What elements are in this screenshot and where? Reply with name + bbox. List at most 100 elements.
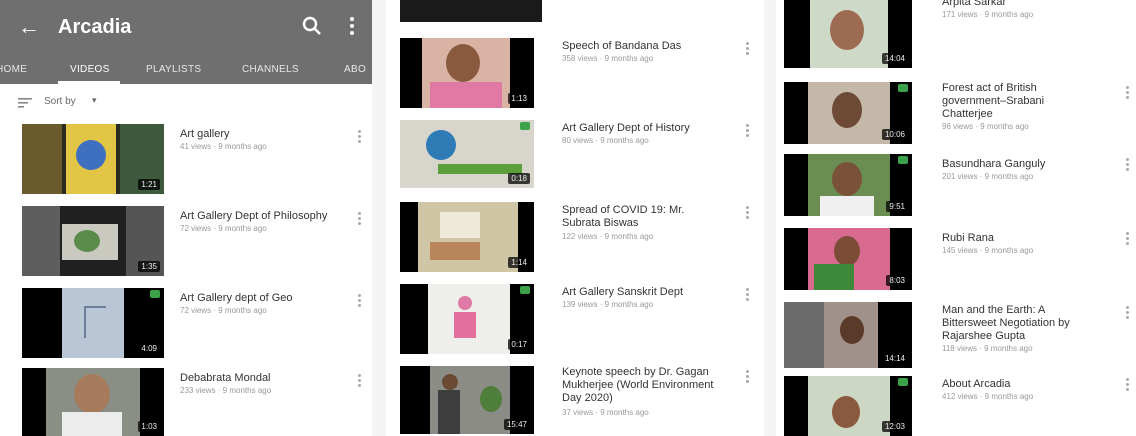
video-title: Art Gallery Dept of Philosophy (180, 210, 328, 222)
video-list-item[interactable]: 1:03 Debabrata Mondal 233 views · 9 mont… (0, 366, 372, 436)
video-thumbnail[interactable]: 10:06 (784, 82, 912, 144)
more-vert-icon[interactable] (346, 14, 358, 38)
sort-label: Sort by (44, 96, 76, 107)
channel-title: Arcadia (58, 16, 132, 38)
badge-icon (898, 84, 908, 92)
more-vert-icon[interactable] (358, 294, 362, 310)
video-thumbnail[interactable]: 9:51 (784, 154, 912, 216)
video-title: Debabrata Mondal (180, 372, 271, 384)
video-list-item[interactable]: 1:35 Art Gallery Dept of Philosophy 72 v… (0, 204, 372, 278)
more-vert-icon[interactable] (358, 374, 362, 390)
badge-icon (898, 378, 908, 386)
video-list-item[interactable]: 1:14 Spread of COVID 19: Mr. Subrata Bis… (386, 200, 764, 274)
video-duration: 1:35 (138, 261, 160, 272)
video-list-item[interactable]: 0:18 Art Gallery Dept of History 80 view… (386, 118, 764, 192)
video-title: Art Gallery dept of Geo (180, 292, 293, 304)
video-title: Spread of COVID 19: Mr. Subrata Biswas (562, 204, 685, 229)
video-title: Art Gallery Dept of History (562, 122, 690, 134)
video-meta: 171 views · 9 months ago (942, 10, 1034, 19)
video-title: Art Gallery Sanskrit Dept (562, 286, 684, 298)
more-vert-icon[interactable] (1126, 378, 1130, 394)
video-thumbnail[interactable]: 1:13 (400, 38, 534, 108)
panel-gap (764, 0, 776, 436)
video-thumbnail[interactable]: 0:18 (400, 120, 534, 188)
video-title: Basundhara Ganguly (942, 158, 1046, 170)
tab-playlists[interactable]: PLAYLISTS (146, 64, 201, 75)
tab-channels[interactable]: CHANNELS (242, 64, 299, 75)
video-duration: 14:14 (881, 353, 908, 364)
video-duration: 15:47 (503, 419, 530, 430)
more-vert-icon[interactable] (746, 370, 750, 386)
video-title: Keynote speech by Dr. Gagan Mukherjee (W… (562, 366, 714, 404)
video-meta: 358 views · 9 months ago (562, 54, 654, 63)
more-vert-icon[interactable] (1126, 232, 1130, 248)
more-vert-icon[interactable] (746, 42, 750, 58)
more-vert-icon[interactable] (1126, 306, 1130, 322)
video-meta: 37 views · 9 months ago (562, 408, 649, 417)
video-list-item[interactable]: 15:47 Keynote speech by Dr. Gagan Mukher… (386, 364, 764, 436)
video-list-item[interactable]: 4:09 Art Gallery dept of Geo 72 views · … (0, 286, 372, 360)
video-thumbnail[interactable]: 12:03 (784, 376, 912, 436)
video-duration: 0:17 (508, 339, 530, 350)
tab-about[interactable]: ABO (344, 64, 366, 75)
video-duration: 9:51 (886, 201, 908, 212)
more-vert-icon[interactable] (746, 206, 750, 222)
video-meta: 122 views · 9 months ago (562, 232, 654, 241)
video-title: Art gallery (180, 128, 230, 140)
video-thumbnail[interactable]: 14:04 (784, 0, 912, 68)
more-vert-icon[interactable] (1126, 86, 1130, 102)
video-title: Man and the Earth: A Bittersweet Negotia… (942, 304, 1070, 342)
video-title: Arpita Sarkar (942, 0, 1007, 8)
chevron-down-icon: ▾ (92, 95, 97, 105)
video-meta: 201 views · 9 months ago (942, 172, 1034, 181)
video-list-item[interactable]: 9:51 Basundhara Ganguly 201 views · 9 mo… (776, 152, 1136, 218)
video-thumbnail[interactable]: 8:03 (784, 228, 912, 290)
video-list-item[interactable]: 12:03 About Arcadia 412 views · 9 months… (776, 374, 1136, 436)
screen-video-list-scrolled: 1:13 Speech of Bandana Das 358 views · 9… (386, 0, 764, 436)
video-duration: 1:21 (138, 179, 160, 190)
app-bar: ← Arcadia (0, 0, 372, 58)
video-list-item[interactable]: 1:21 Art gallery 41 views · 9 months ago (0, 122, 372, 196)
video-thumbnail[interactable]: 1:14 (400, 202, 534, 272)
video-list-item[interactable]: 8:03 Rubi Rana 145 views · 9 months ago (776, 226, 1136, 292)
more-vert-icon[interactable] (358, 130, 362, 146)
tab-home[interactable]: HOME (0, 64, 27, 75)
video-duration: 1:03 (138, 421, 160, 432)
video-thumbnail[interactable]: 4:09 (22, 288, 164, 358)
badge-icon (150, 290, 160, 298)
video-title: About Arcadia (942, 378, 1011, 390)
badge-icon (520, 286, 530, 294)
search-icon[interactable] (300, 14, 324, 38)
video-thumbnail[interactable]: 0:17 (400, 284, 534, 354)
more-vert-icon[interactable] (1126, 158, 1130, 174)
arrow-back-icon[interactable]: ← (18, 14, 40, 40)
video-meta: 96 views · 9 months ago (942, 122, 1029, 131)
video-list-item[interactable]: 14:14 Man and the Earth: A Bittersweet N… (776, 300, 1136, 370)
sort-bar[interactable]: Sort by ▾ (0, 84, 372, 120)
video-list-item[interactable]: 14:04 Arpita Sarkar 171 views · 9 months… (776, 0, 1136, 70)
video-thumbnail[interactable] (400, 0, 542, 22)
video-meta: 412 views · 9 months ago (942, 392, 1034, 401)
screen-video-list-scrolled-further: 14:04 Arpita Sarkar 171 views · 9 months… (776, 0, 1136, 436)
video-thumbnail[interactable]: 1:35 (22, 206, 164, 276)
video-thumbnail[interactable]: 1:21 (22, 124, 164, 194)
video-thumbnail[interactable]: 1:03 (22, 368, 164, 436)
video-duration: 10:06 (881, 129, 908, 140)
more-vert-icon[interactable] (746, 124, 750, 140)
video-duration: 1:14 (508, 257, 530, 268)
video-duration: 0:18 (508, 173, 530, 184)
more-vert-icon[interactable] (358, 212, 362, 228)
video-list-item[interactable]: 10:06 Forest act of British government–S… (776, 80, 1136, 146)
video-list-item[interactable]: 1:13 Speech of Bandana Das 358 views · 9… (386, 36, 764, 110)
more-vert-icon[interactable] (746, 288, 750, 304)
video-list-item[interactable]: 0:17 Art Gallery Sanskrit Dept 139 views… (386, 282, 764, 356)
video-thumbnail[interactable]: 14:14 (784, 302, 912, 368)
badge-icon (520, 122, 530, 130)
tab-videos[interactable]: VIDEOS (70, 64, 110, 75)
video-meta: 80 views · 9 months ago (562, 136, 649, 145)
video-duration: 14:04 (881, 53, 908, 64)
panel-gap (372, 0, 386, 436)
video-duration: 12:03 (881, 421, 908, 432)
video-thumbnail[interactable]: 15:47 (400, 366, 534, 434)
video-duration: 4:09 (138, 343, 160, 354)
